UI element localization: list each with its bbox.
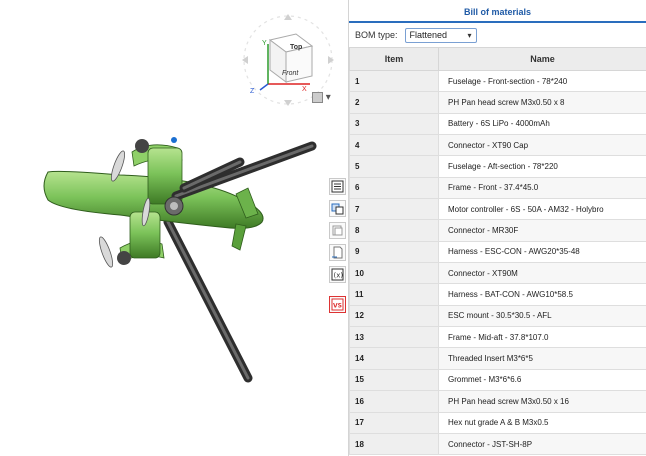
row-item-number: 4: [349, 134, 439, 157]
row-part-name: Hex nut grade A & B M3x0.5: [438, 411, 646, 434]
bom-type-label: BOM type:: [355, 30, 398, 40]
table-row[interactable]: 15 Grommet - M3*6*6.6: [349, 368, 646, 392]
row-part-name: Connector - XT90 Cap: [438, 134, 646, 157]
bom-type-value: Flattened: [409, 30, 448, 40]
variables-button[interactable]: (x): [329, 266, 346, 283]
side-toolbar: (x) VS: [328, 176, 347, 316]
parts-icon: [332, 225, 343, 236]
variable-icon: (x): [331, 268, 344, 281]
variable-studio-icon: VS: [331, 298, 344, 311]
row-item-number: 2: [349, 91, 439, 114]
row-part-name: Harness - BAT-CON - AWG10*58.5: [438, 283, 646, 306]
table-row[interactable]: 9 Harness - ESC-CON - AWG20*35-48: [349, 240, 646, 264]
table-row[interactable]: 16 PH Pan head screw M3x0.50 x 16: [349, 390, 646, 413]
row-item-number: 16: [349, 390, 439, 413]
bom-title-underline: [349, 21, 646, 23]
row-item-number: 6: [349, 176, 439, 200]
document-icon: [332, 246, 343, 259]
chevron-down-icon: ▾: [467, 30, 472, 40]
view-options-menu[interactable]: ▾: [312, 92, 331, 103]
view-cube-front-label: Front: [282, 70, 299, 77]
row-part-name: Connector - JST-SH-8P: [438, 432, 646, 456]
column-header-name[interactable]: Name: [438, 47, 646, 71]
row-part-name: Frame - Mid-aft - 37.8*107.0: [438, 326, 646, 349]
row-item-number: 9: [349, 240, 439, 264]
table-row[interactable]: 18 Connector - JST-SH-8P: [349, 432, 646, 456]
bom-type-row: BOM type: Flattened ▾: [349, 23, 646, 47]
bom-table-button[interactable]: [329, 178, 346, 195]
table-row[interactable]: 3 Battery - 6S LiPo - 4000mAh: [349, 112, 646, 136]
table-row[interactable]: 7 Motor controller - 6S - 50A - AM32 - Ho…: [349, 198, 646, 221]
axis-x-label: X: [302, 86, 307, 93]
row-part-name: Threaded Insert M3*6*5: [438, 347, 646, 370]
assembly-icon: [331, 203, 344, 215]
row-part-name: Harness - ESC-CON - AWG20*35-48: [438, 240, 646, 264]
row-item-number: 10: [349, 262, 439, 285]
svg-text:VS: VS: [333, 303, 342, 310]
row-part-name: Motor controller - 6S - 50A - AM32 - Hol…: [438, 198, 646, 221]
cube-icon: [312, 92, 323, 103]
row-part-name: Fuselage - Aft-section - 78*220: [438, 155, 646, 178]
row-part-name: ESC mount - 30.5*30.5 - AFL: [438, 304, 646, 328]
table-row[interactable]: 17 Hex nut grade A & B M3x0.5: [349, 411, 646, 434]
table-header-row: Item Name: [349, 47, 646, 71]
row-item-number: 11: [349, 283, 439, 306]
table-row[interactable]: 1 Fuselage - Front-section - 78*240: [349, 69, 646, 93]
table-row[interactable]: 11 Harness - BAT-CON - AWG10*58.5: [349, 283, 646, 306]
variable-studio-button[interactable]: VS: [329, 296, 346, 313]
row-part-name: PH Pan head screw M3x0.50 x 8: [438, 91, 646, 114]
document-button[interactable]: [329, 244, 346, 261]
row-part-name: Connector - XT90M: [438, 262, 646, 285]
view-cube-top-label: Top: [290, 44, 303, 51]
parts-button[interactable]: [329, 222, 346, 239]
bom-table: Item Name 1 Fuselage - Front-section - 78…: [349, 47, 646, 456]
table-row[interactable]: 6 Frame - Front - 37.4*45.0: [349, 176, 646, 200]
row-part-name: PH Pan head screw M3x0.50 x 16: [438, 390, 646, 413]
chevron-down-icon: ▾: [325, 92, 331, 104]
table-row[interactable]: 13 Frame - Mid-aft - 37.8*107.0: [349, 326, 646, 349]
row-part-name: Fuselage - Front-section - 78*240: [438, 69, 646, 93]
column-header-item[interactable]: Item: [349, 47, 439, 71]
assembly-button[interactable]: [329, 200, 346, 217]
row-part-name: Battery - 6S LiPo - 4000mAh: [438, 112, 646, 136]
table-row[interactable]: 10 Connector - XT90M: [349, 262, 646, 285]
row-item-number: 17: [349, 411, 439, 434]
bom-panel: Bill of materials BOM type: Flattened ▾ …: [349, 0, 646, 456]
row-part-name: Frame - Front - 37.4*45.0: [438, 176, 646, 200]
row-item-number: 18: [349, 432, 439, 456]
row-item-number: 15: [349, 368, 439, 392]
table-row[interactable]: 12 ESC mount - 30.5*30.5 - AFL: [349, 304, 646, 328]
row-item-number: 5: [349, 155, 439, 178]
svg-text:(x): (x): [334, 272, 344, 280]
row-item-number: 12: [349, 304, 439, 328]
table-row[interactable]: 8 Connector - MR30F: [349, 219, 646, 242]
axis-z-label: Z: [250, 88, 255, 95]
table-row[interactable]: 14 Threaded Insert M3*6*5: [349, 347, 646, 370]
row-item-number: 7: [349, 198, 439, 221]
bom-type-select[interactable]: Flattened ▾: [404, 27, 477, 43]
row-item-number: 13: [349, 326, 439, 349]
row-item-number: 8: [349, 219, 439, 242]
table-row[interactable]: 4 Connector - XT90 Cap: [349, 134, 646, 157]
row-part-name: Grommet - M3*6*6.6: [438, 368, 646, 392]
graphics-viewport[interactable]: Top Front X Y Z ▾ (x) VS: [0, 0, 349, 456]
list-icon: [331, 180, 344, 193]
table-row[interactable]: 5 Fuselage - Aft-section - 78*220: [349, 155, 646, 178]
row-part-name: Connector - MR30F: [438, 219, 646, 242]
row-item-number: 1: [349, 69, 439, 93]
table-row[interactable]: 2 PH Pan head screw M3x0.50 x 8: [349, 91, 646, 114]
bom-header: Bill of materials: [349, 0, 646, 23]
row-item-number: 14: [349, 347, 439, 370]
axis-y-label: Y: [262, 40, 267, 47]
bom-title: Bill of materials: [463, 7, 532, 17]
row-item-number: 3: [349, 112, 439, 136]
